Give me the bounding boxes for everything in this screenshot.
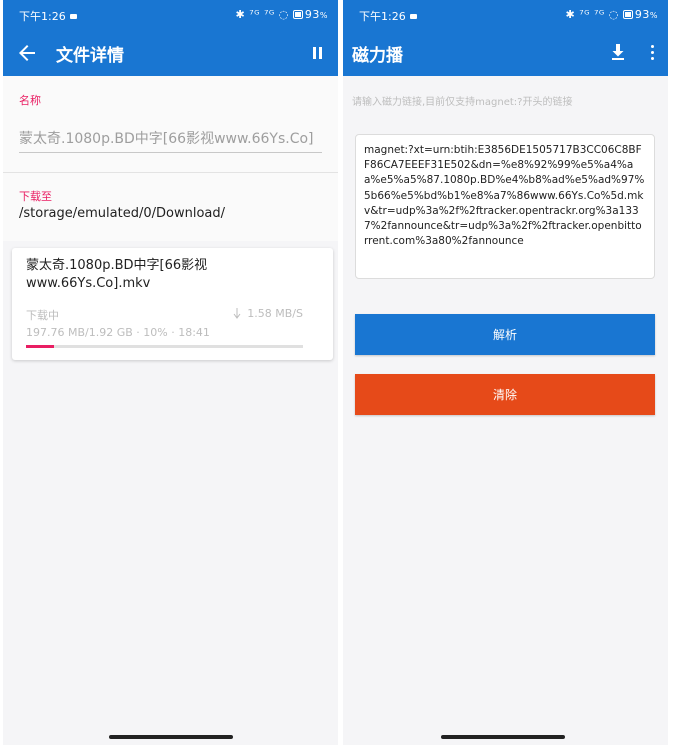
path-section: 下载至 /storage/emulated/0/Download/: [3, 173, 338, 241]
more-vert-icon: [651, 45, 654, 48]
progress-fill: [26, 345, 54, 348]
pause-button[interactable]: [308, 43, 328, 63]
arrow-left-icon: [19, 45, 35, 61]
pause-icon-bar: [319, 47, 322, 59]
page-title: 磁力播: [352, 46, 403, 66]
down-arrow-icon: [233, 308, 241, 319]
download-icon: [612, 44, 624, 60]
clear-button[interactable]: 清除: [355, 374, 655, 415]
name-label: 名称: [19, 94, 41, 107]
magnet-link-input[interactable]: magnet:?xt=urn:btih:E3856DE1505717B3CC06…: [355, 134, 655, 279]
page-title: 文件详情: [56, 46, 124, 66]
status-time-text: 下午1:26: [359, 10, 406, 23]
file-detail-screen: 下午1:26 ✱ ⁷ᴳ ⁷ᴳ ◌ 93% 文件详情 名称 下载至 /storag…: [3, 0, 338, 745]
notification-icon: [69, 14, 77, 19]
battery-icon: [622, 10, 633, 19]
status-bar: 下午1:26 ✱ ⁷ᴳ ⁷ᴳ ◌ 93%: [343, 0, 668, 29]
app-bar: 文件详情: [3, 29, 338, 76]
battery-level: 93: [304, 8, 320, 21]
name-section: 名称: [3, 76, 338, 172]
parse-button[interactable]: 解析: [355, 314, 655, 355]
download-path[interactable]: /storage/emulated/0/Download/: [19, 206, 225, 221]
status-indicators: ✱ ⁷ᴳ ⁷ᴳ ◌ 93%: [235, 8, 328, 21]
progress-bar: [26, 345, 303, 348]
task-filename: 蒙太奇.1080p.BD中字[66影视www.66Ys.Co].mkv: [26, 258, 208, 291]
more-options-button[interactable]: [644, 42, 660, 64]
battery-level: 93: [634, 8, 650, 21]
notification-icon: [409, 14, 417, 19]
status-bar: 下午1:26 ✱ ⁷ᴳ ⁷ᴳ ◌ 93%: [3, 0, 338, 29]
download-task-card[interactable]: 蒙太奇.1080p.BD中字[66影视www.66Ys.Co].mkv 下载中 …: [12, 248, 333, 360]
downloads-button[interactable]: [608, 42, 628, 62]
status-indicators: ✱ ⁷ᴳ ⁷ᴳ ◌ 93%: [565, 8, 658, 21]
more-vert-icon-dot: [651, 57, 654, 60]
task-meta: 197.76 MB/1.92 GB · 10% · 18:41: [26, 326, 210, 339]
task-status: 下载中: [26, 309, 59, 322]
status-time: 下午1:26: [19, 8, 77, 24]
status-time-text: 下午1:26: [19, 10, 66, 23]
app-bar: 磁力播: [343, 29, 668, 76]
pause-icon: [313, 47, 316, 59]
magnet-player-screen: 下午1:26 ✱ ⁷ᴳ ⁷ᴳ ◌ 93% 磁力播 请输入磁力链接,目前仅支持ma…: [343, 0, 668, 745]
home-indicator[interactable]: [441, 735, 565, 739]
path-label: 下载至: [19, 190, 52, 203]
status-time: 下午1:26: [359, 8, 417, 24]
battery-icon: [292, 10, 303, 19]
signal-icons: ✱ ⁷ᴳ ⁷ᴳ ◌: [565, 8, 619, 21]
more-vert-icon-dot: [651, 51, 654, 54]
input-hint: 请输入磁力链接,目前仅支持magnet:?开头的链接: [352, 97, 573, 108]
signal-icons: ✱ ⁷ᴳ ⁷ᴳ ◌: [235, 8, 289, 21]
file-name-input[interactable]: [19, 123, 322, 153]
task-speed: 1.58 MB/S: [247, 307, 303, 320]
home-indicator[interactable]: [109, 735, 233, 739]
back-button[interactable]: [15, 41, 39, 65]
